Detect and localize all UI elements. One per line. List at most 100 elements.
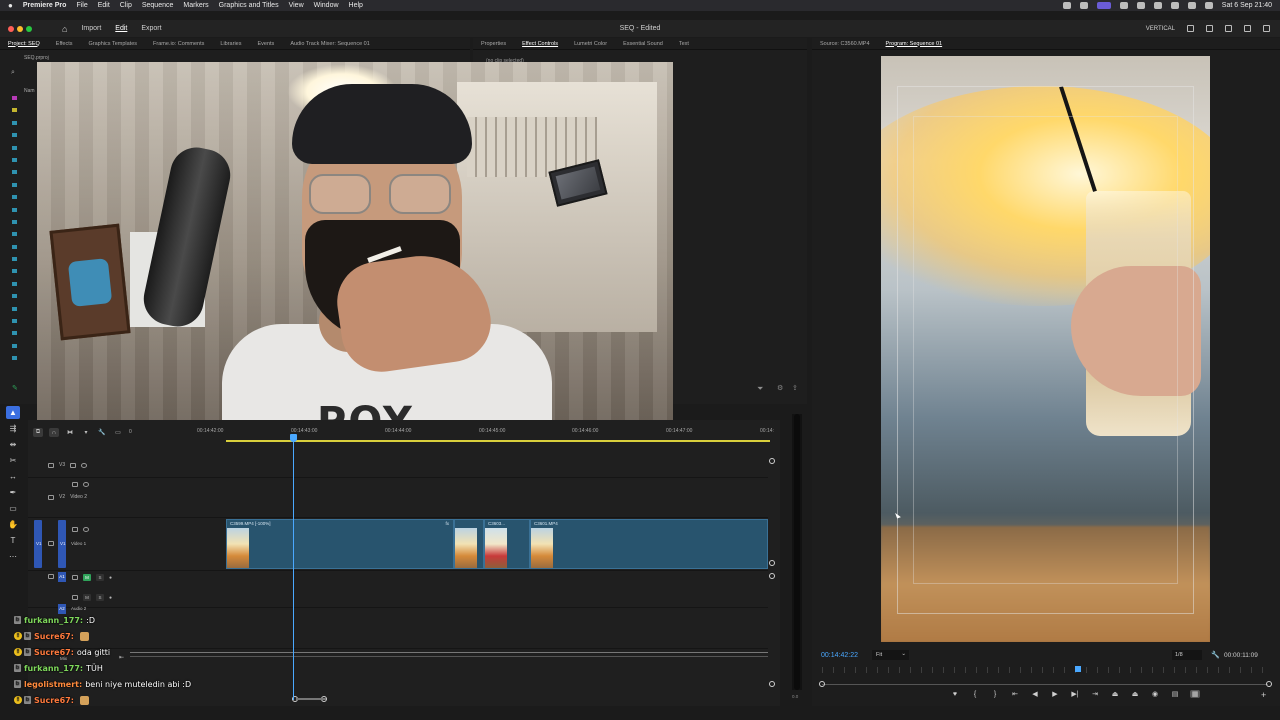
mic-icon[interactable]: ●: [109, 575, 112, 581]
track-select-tool-icon[interactable]: ⇶: [6, 422, 20, 435]
project-column-name[interactable]: Nam: [24, 88, 35, 94]
linked-selection-icon[interactable]: ⧓: [65, 428, 75, 437]
list-item[interactable]: [12, 306, 17, 311]
list-item[interactable]: [12, 120, 17, 125]
list-item[interactable]: [12, 145, 17, 150]
close-window-button[interactable]: [8, 25, 14, 32]
tab-audio-mixer[interactable]: Audio Track Mixer: Sequence 01: [282, 41, 378, 47]
program-mini-ruler[interactable]: [822, 667, 1267, 673]
playhead-handle[interactable]: [290, 434, 297, 442]
list-item[interactable]: [12, 343, 17, 348]
button-editor-icon[interactable]: +: [1261, 690, 1266, 700]
app-menu[interactable]: Premiere Pro: [23, 2, 67, 9]
list-item[interactable]: [12, 331, 17, 336]
mic-icon[interactable]: ●: [109, 595, 112, 601]
timeline-clip[interactable]: C3599.MP4 [-100%] fx: [226, 519, 454, 569]
extract-icon[interactable]: ⏏: [1130, 690, 1140, 698]
list-item[interactable]: [12, 319, 17, 324]
zoom-window-button[interactable]: [26, 25, 32, 32]
workspace-export[interactable]: Export: [141, 25, 161, 32]
list-item[interactable]: [12, 157, 17, 162]
bluetooth-icon[interactable]: [1153, 2, 1162, 9]
pen-icon[interactable]: ✎: [12, 384, 18, 392]
eye-icon[interactable]: [81, 462, 88, 468]
list-item[interactable]: [12, 207, 17, 212]
multicam-icon[interactable]: ▦: [1190, 690, 1200, 698]
menubar-clock[interactable]: Sat 6 Sep 21:40: [1222, 2, 1272, 9]
list-item[interactable]: [12, 281, 17, 286]
control-center-icon[interactable]: [1204, 2, 1213, 9]
list-item[interactable]: [12, 182, 17, 187]
step-forward-icon[interactable]: ▶|: [1070, 690, 1080, 698]
sync-icon[interactable]: [72, 527, 78, 532]
menu-edit[interactable]: Edit: [98, 2, 110, 9]
minimize-window-button[interactable]: [17, 25, 23, 32]
step-back-icon[interactable]: ◀: [1030, 690, 1040, 698]
menu-graphics[interactable]: Graphics and Titles: [219, 2, 279, 9]
eye-icon[interactable]: [83, 482, 89, 487]
tab-properties[interactable]: Properties: [473, 41, 514, 47]
tab-effects[interactable]: Effects: [48, 41, 81, 47]
menu-help[interactable]: Help: [349, 2, 363, 9]
razor-tool-icon[interactable]: ✂: [6, 454, 20, 467]
share-icon[interactable]: [1206, 25, 1213, 32]
settings-icon[interactable]: ⚙: [777, 384, 783, 392]
comparison-view-icon[interactable]: ▤: [1170, 690, 1180, 698]
go-to-out-icon[interactable]: ⇥: [1090, 690, 1100, 698]
lock-icon[interactable]: [48, 462, 54, 468]
tab-project[interactable]: Project: SEQ: [0, 41, 48, 47]
solo-button[interactable]: S: [96, 574, 104, 581]
list-item[interactable]: [12, 356, 17, 361]
lift-icon[interactable]: ⏏: [1110, 690, 1120, 698]
filter-icon[interactable]: ⏷: [757, 384, 763, 394]
scroll-handle[interactable]: [769, 573, 775, 579]
wifi-icon[interactable]: [1170, 2, 1179, 9]
menu-sequence[interactable]: Sequence: [142, 2, 174, 9]
add-marker-icon[interactable]: ♥: [950, 691, 960, 698]
hand-tool-icon[interactable]: ✋: [6, 518, 20, 531]
list-item[interactable]: [12, 108, 17, 113]
go-to-in-icon[interactable]: ⇤: [1010, 690, 1020, 698]
zoom-handle-right[interactable]: [1266, 681, 1272, 687]
ripple-edit-tool-icon[interactable]: ⇹: [6, 438, 20, 451]
record-icon[interactable]: [1062, 2, 1071, 9]
timeline-settings-icon[interactable]: 🔧: [97, 428, 107, 437]
headset-icon[interactable]: [1079, 2, 1088, 9]
menu-file[interactable]: File: [76, 2, 87, 9]
tab-libraries[interactable]: Libraries: [212, 41, 249, 47]
camera-icon[interactable]: ◉: [1150, 690, 1160, 698]
spotlight-icon[interactable]: [1187, 2, 1196, 9]
captions-icon[interactable]: ▭: [113, 428, 123, 437]
tab-text[interactable]: Text: [671, 41, 697, 47]
workspaces-menu-icon[interactable]: [1225, 25, 1232, 32]
wrench-icon[interactable]: 🔧: [1211, 651, 1220, 659]
playback-resolution-select[interactable]: 1/8: [1172, 650, 1202, 660]
lock-icon[interactable]: [48, 494, 54, 500]
type-tool-icon[interactable]: T: [6, 534, 20, 547]
lock-icon[interactable]: [48, 574, 54, 579]
pen-tool-icon[interactable]: ✒: [6, 486, 20, 499]
list-item[interactable]: [12, 219, 17, 224]
selection-tool-icon[interactable]: ▲: [6, 406, 20, 419]
tab-events[interactable]: Events: [249, 41, 282, 47]
sync-icon[interactable]: [70, 462, 77, 468]
mute-button[interactable]: M: [83, 594, 91, 601]
eye-icon[interactable]: [83, 527, 89, 532]
target-patch-a1[interactable]: A1: [58, 572, 66, 582]
more-tools-icon[interactable]: ⋯: [6, 550, 20, 563]
sync-icon[interactable]: [72, 575, 78, 580]
tab-source[interactable]: Source: C3560.MP4: [812, 41, 878, 47]
nest-icon[interactable]: ⧉: [33, 428, 43, 437]
list-item[interactable]: [12, 133, 17, 138]
work-area-bar[interactable]: [226, 440, 770, 442]
keyboard-icon[interactable]: [1136, 2, 1145, 9]
zoom-fit-select[interactable]: Fit: [872, 649, 909, 660]
search-icon[interactable]: ⌕: [11, 69, 15, 77]
program-playhead[interactable]: [1075, 666, 1081, 672]
home-icon[interactable]: ⌂: [62, 24, 67, 34]
scroll-handle[interactable]: [769, 458, 775, 464]
lock-icon[interactable]: [48, 541, 54, 548]
workspace-layout-label[interactable]: VERTICAL: [1146, 26, 1175, 32]
list-item[interactable]: [12, 170, 17, 175]
play-icon[interactable]: ▶: [1050, 690, 1060, 698]
